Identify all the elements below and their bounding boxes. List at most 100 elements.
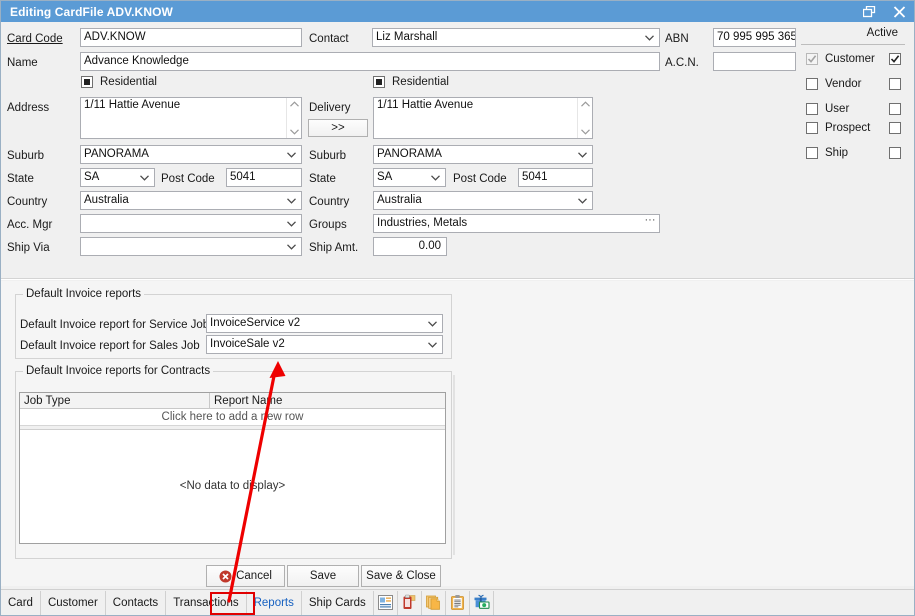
contact-combo[interactable]: Liz Marshall	[372, 28, 660, 47]
checkbox-checked-icon[interactable]	[889, 53, 901, 65]
tab-card[interactable]: Card	[1, 591, 41, 615]
state-left-label: State	[7, 172, 34, 186]
address-label: Address	[7, 101, 49, 115]
address-value: 1/11 Hattie Avenue	[84, 99, 180, 111]
postcode-left-input[interactable]: 5041	[226, 168, 302, 187]
postcode-left-label: Post Code	[161, 172, 215, 186]
close-icon[interactable]	[884, 1, 914, 22]
role-ship-label: Ship	[825, 147, 848, 159]
sales-job-report-combo[interactable]: InvoiceSale v2	[206, 335, 443, 354]
save-button[interactable]: Save	[287, 565, 359, 587]
sales-job-report-value: InvoiceSale v2	[210, 338, 285, 350]
window-title: Editing CardFile ADV.KNOW	[1, 5, 173, 19]
name-input[interactable]: Advance Knowledge	[80, 52, 660, 71]
chevron-down-icon[interactable]	[137, 169, 152, 186]
copy-address-button[interactable]: >>	[308, 119, 368, 137]
suburb-left-combo[interactable]: PANORAMA	[80, 145, 302, 164]
country-left-value: Australia	[84, 194, 129, 206]
name-label: Name	[7, 56, 38, 70]
role-vendor-row[interactable]: Vendor	[806, 78, 861, 90]
role-prospect-row[interactable]: Prospect	[806, 122, 870, 134]
groups-ellipsis-button[interactable]: ···	[643, 217, 657, 230]
state-left-combo[interactable]: SA	[80, 168, 155, 187]
checkbox-unchecked-icon[interactable]	[889, 147, 901, 159]
residential-left-checkbox[interactable]: Residential	[81, 76, 157, 88]
cancel-icon	[219, 570, 232, 583]
country-right-label: Country	[309, 195, 349, 209]
checkbox-unchecked-icon[interactable]	[889, 78, 901, 90]
cancel-button[interactable]: Cancel	[206, 565, 285, 587]
checkbox-unchecked-icon[interactable]	[889, 122, 901, 134]
contact-value: Liz Marshall	[376, 31, 437, 43]
active-ship-checkbox[interactable]	[889, 147, 901, 162]
groups-input[interactable]: Industries, Metals ···	[373, 214, 660, 233]
checkbox-indeterminate-icon[interactable]	[373, 76, 385, 88]
card-code-input[interactable]: ADV.KNOW	[80, 28, 302, 47]
grid-body: <No data to display>	[20, 430, 445, 542]
chevron-down-icon[interactable]	[284, 146, 299, 163]
checkbox-unchecked-icon[interactable]	[806, 122, 818, 134]
checkbox-unchecked-icon[interactable]	[806, 78, 818, 90]
grid-header-report-name[interactable]: Report Name	[210, 393, 445, 408]
chevron-down-icon[interactable]	[428, 169, 443, 186]
save-and-close-button-label: Save & Close	[366, 570, 436, 582]
role-ship-row[interactable]: Ship	[806, 147, 848, 159]
checkbox-unchecked-icon[interactable]	[806, 103, 818, 115]
clipboard-red-icon[interactable]	[398, 591, 422, 615]
address-textarea[interactable]: 1/11 Hattie Avenue	[80, 97, 302, 139]
gift-money-icon[interactable]	[470, 591, 494, 615]
active-vendor-checkbox[interactable]	[889, 78, 901, 93]
tab-ship-cards[interactable]: Ship Cards	[302, 591, 374, 615]
tab-contacts[interactable]: Contacts	[106, 591, 166, 615]
groups-value: Industries, Metals	[377, 217, 467, 229]
acc-mgr-combo[interactable]	[80, 214, 302, 233]
checkbox-indeterminate-icon[interactable]	[81, 76, 93, 88]
ship-amt-input[interactable]: 0.00	[373, 237, 447, 256]
role-user-row[interactable]: User	[806, 103, 849, 115]
restore-icon[interactable]	[854, 1, 884, 22]
active-customer-checkbox[interactable]	[889, 53, 901, 68]
chevron-down-icon[interactable]	[425, 336, 440, 353]
ship-amt-label: Ship Amt.	[309, 241, 358, 255]
country-left-combo[interactable]: Australia	[80, 191, 302, 210]
chevron-down-icon[interactable]	[425, 315, 440, 332]
clipboard-list-icon[interactable]	[446, 591, 470, 615]
residential-right-checkbox[interactable]: Residential	[373, 76, 449, 88]
chevron-down-icon[interactable]	[284, 192, 299, 209]
chevron-down-icon[interactable]	[575, 192, 590, 209]
checkbox-unchecked-icon[interactable]	[889, 103, 901, 115]
suburb-right-combo[interactable]: PANORAMA	[373, 145, 593, 164]
role-customer-label: Customer	[825, 53, 875, 65]
address-scrollbar[interactable]	[286, 98, 301, 138]
tab-reports[interactable]: Reports	[247, 591, 302, 615]
service-job-report-combo[interactable]: InvoiceService v2	[206, 314, 443, 333]
contracts-reports-grid[interactable]: Job Type Report Name Click here to add a…	[19, 392, 446, 544]
contracts-reports-title: Default Invoice reports for Contracts	[23, 365, 213, 377]
postcode-right-input[interactable]: 5041	[518, 168, 593, 187]
chevron-down-icon[interactable]	[284, 238, 299, 255]
cancel-button-label: Cancel	[236, 570, 272, 582]
active-prospect-checkbox[interactable]	[889, 122, 901, 137]
acn-input[interactable]	[713, 52, 796, 71]
save-and-close-button[interactable]: Save & Close	[361, 565, 441, 587]
delivery-textarea[interactable]: 1/11 Hattie Avenue	[373, 97, 593, 139]
ship-via-combo[interactable]	[80, 237, 302, 256]
copy-pages-icon[interactable]	[422, 591, 446, 615]
checkbox-unchecked-icon[interactable]	[806, 147, 818, 159]
country-right-combo[interactable]: Australia	[373, 191, 593, 210]
grid-add-new-row[interactable]: Click here to add a new row	[20, 409, 445, 426]
abn-input[interactable]: 70 995 995 365	[713, 28, 796, 47]
chevron-down-icon[interactable]	[284, 215, 299, 232]
tab-customer[interactable]: Customer	[41, 591, 106, 615]
active-user-checkbox[interactable]	[889, 103, 901, 118]
chevron-down-icon[interactable]	[642, 29, 657, 46]
checkbox-checked-disabled-icon	[806, 53, 818, 65]
state-right-combo[interactable]: SA	[373, 168, 446, 187]
role-customer-row[interactable]: Customer	[806, 53, 875, 65]
tab-transactions[interactable]: Transactions	[166, 591, 246, 615]
grid-header-job-type[interactable]: Job Type	[20, 393, 210, 408]
card-details-icon[interactable]	[374, 591, 398, 615]
delivery-scrollbar[interactable]	[577, 98, 592, 138]
chevron-down-icon[interactable]	[575, 146, 590, 163]
active-divider	[801, 44, 905, 45]
